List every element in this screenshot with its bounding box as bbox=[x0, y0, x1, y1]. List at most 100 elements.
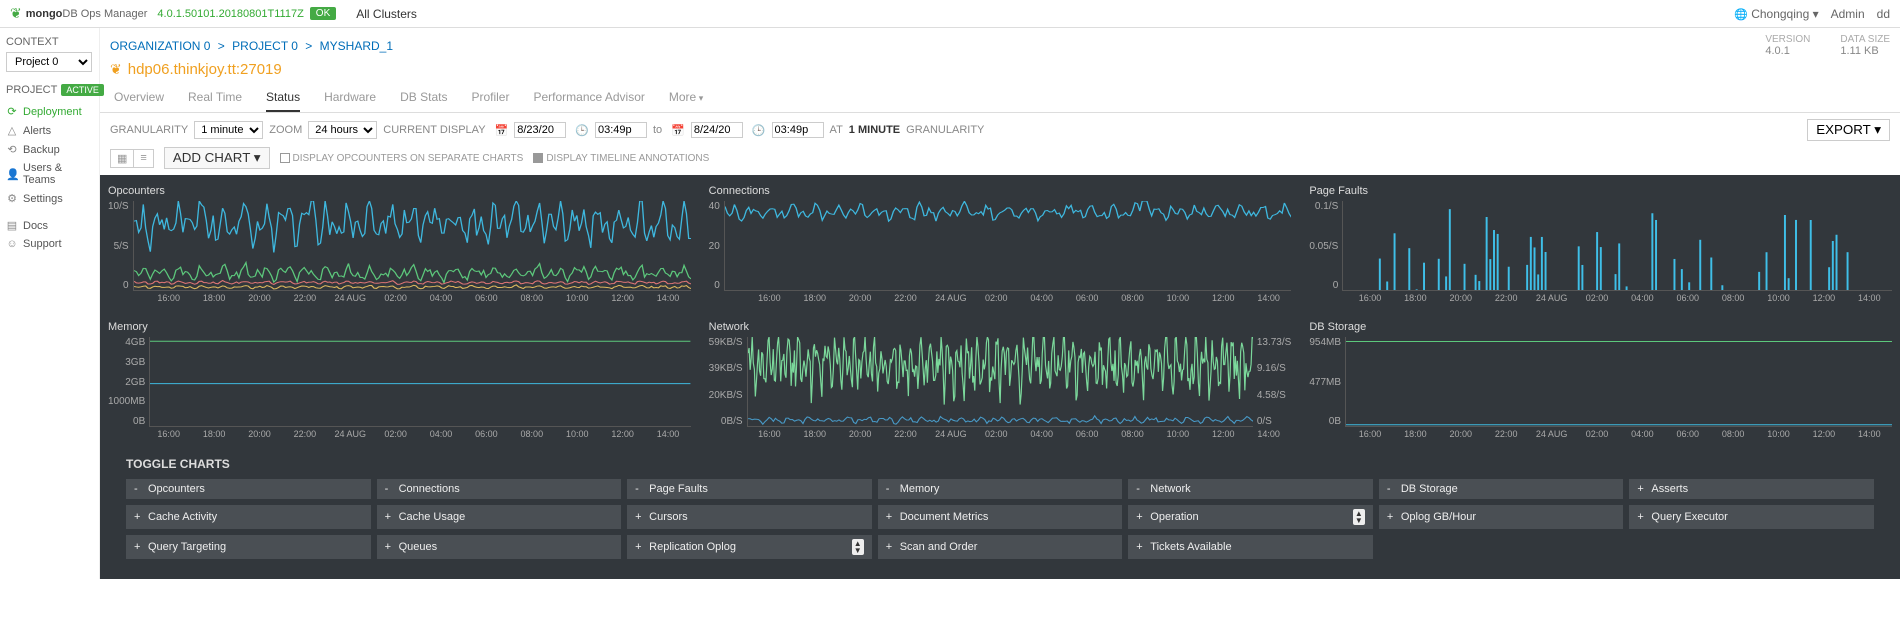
project-active-badge: ACTIVE bbox=[61, 84, 104, 96]
toggle-document-metrics[interactable]: +Document Metrics bbox=[878, 505, 1123, 529]
toggle-operation[interactable]: +Operation▲▼ bbox=[1128, 505, 1373, 529]
toggle-cache-activity[interactable]: + Cache Activity bbox=[126, 505, 371, 529]
nav-alerts[interactable]: △Alerts bbox=[6, 121, 93, 140]
yaxis-left: 59KB/S39KB/S20KB/S0B/S bbox=[709, 337, 747, 427]
chart-plot[interactable] bbox=[133, 201, 691, 291]
topbar: ❦ mongoDB Ops Manager 4.0.1.50101.201808… bbox=[0, 0, 1900, 28]
charts-panel: Opcounters10/S5/S016:0018:0020:0022:0024… bbox=[100, 175, 1900, 579]
tab-more[interactable]: More bbox=[669, 84, 703, 112]
opt-separate-opcounters[interactable]: DISPLAY OPCOUNTERS ON SEPARATE CHARTS bbox=[280, 153, 524, 164]
chart-plot[interactable] bbox=[724, 201, 1292, 291]
chart-title: DB Storage bbox=[1309, 321, 1892, 333]
plus-icon: + bbox=[134, 511, 142, 523]
project-label: PROJECT bbox=[6, 84, 57, 96]
brand-bold: mongo bbox=[26, 8, 63, 20]
list-view-button[interactable]: ≡ bbox=[134, 150, 152, 167]
grid-view-button[interactable]: ▦ bbox=[111, 150, 134, 167]
yaxis-left: 4GB3GB2GB1000MB0B bbox=[108, 337, 149, 427]
leaf-icon: ❦ bbox=[10, 5, 22, 22]
toggle-charts-title: TOGGLE CHARTS bbox=[126, 457, 1874, 471]
globe-icon: 🌐 bbox=[1734, 9, 1748, 21]
bc-proj[interactable]: PROJECT 0 bbox=[232, 39, 298, 53]
context-select[interactable]: Project 0 bbox=[6, 52, 92, 72]
opt-timeline-annotations[interactable]: DISPLAY TIMELINE ANNOTATIONS bbox=[533, 153, 709, 164]
all-clusters-link[interactable]: All Clusters bbox=[356, 7, 417, 21]
granularity-select[interactable]: 1 minute bbox=[194, 121, 263, 139]
zoom-label: ZOOM bbox=[269, 124, 302, 136]
toggle-label: Opcounters bbox=[148, 483, 205, 495]
toggle-connections[interactable]: -Connections bbox=[377, 479, 622, 499]
chart-plot[interactable] bbox=[1345, 337, 1892, 427]
checkbox-icon bbox=[533, 153, 543, 163]
nav-docs[interactable]: ▤Docs bbox=[6, 216, 93, 235]
minus-icon: - bbox=[134, 483, 142, 495]
tab-status[interactable]: Status bbox=[266, 84, 300, 112]
toggle-query-executor[interactable]: + Query Executor bbox=[1629, 505, 1874, 529]
toggle-network[interactable]: -Network bbox=[1128, 479, 1373, 499]
toggle-asserts[interactable]: +Asserts bbox=[1629, 479, 1874, 499]
tab-overview[interactable]: Overview bbox=[114, 84, 164, 112]
bc-org[interactable]: ORGANIZATION 0 bbox=[110, 39, 210, 53]
plus-icon: + bbox=[385, 511, 393, 523]
time-to-input[interactable] bbox=[772, 122, 824, 138]
toggle-label: Query Targeting bbox=[148, 541, 226, 553]
plus-icon: + bbox=[1637, 511, 1645, 523]
time-from-input[interactable] bbox=[595, 122, 647, 138]
zoom-select[interactable]: 24 hours bbox=[308, 121, 377, 139]
xaxis: 16:0018:0020:0022:0024 AUG02:0004:0006:0… bbox=[1309, 429, 1892, 439]
region-selector[interactable]: 🌐 Chongqing ▾ bbox=[1734, 7, 1818, 21]
clock-icon: 🕒 bbox=[752, 124, 766, 137]
chart-connections: Connections4020016:0018:0020:0022:0024 A… bbox=[709, 185, 1292, 303]
toggle-replication-oplog[interactable]: +Replication Oplog▲▼ bbox=[627, 535, 872, 559]
nav-icon: ⟲ bbox=[6, 143, 18, 156]
plus-icon: + bbox=[1387, 511, 1395, 523]
toggle-queues[interactable]: +Queues bbox=[377, 535, 622, 559]
tab-db-stats[interactable]: DB Stats bbox=[400, 84, 447, 112]
toggle-label: Cache Activity bbox=[148, 511, 217, 523]
stepper-icon[interactable]: ▲▼ bbox=[852, 539, 864, 555]
nav-users-teams[interactable]: 👤Users & Teams bbox=[6, 159, 93, 189]
xaxis: 16:0018:0020:0022:0024 AUG02:0004:0006:0… bbox=[108, 293, 691, 303]
nav-icon: ☺ bbox=[6, 238, 18, 250]
toggle-tickets-available[interactable]: +Tickets Available bbox=[1128, 535, 1373, 559]
chart-plot[interactable] bbox=[747, 337, 1253, 427]
tabs: Overview Real Time Status Hardware DB Stats P… bbox=[100, 84, 1900, 113]
nav-settings[interactable]: ⚙Settings bbox=[6, 189, 93, 208]
tab-profiler[interactable]: Profiler bbox=[471, 84, 509, 112]
bc-entity[interactable]: MYSHARD_1 bbox=[320, 39, 393, 53]
tab-performance-advisor[interactable]: Performance Advisor bbox=[533, 84, 644, 112]
brand-logo[interactable]: ❦ mongoDB Ops Manager bbox=[10, 5, 147, 22]
toggle-label: Connections bbox=[399, 483, 460, 495]
nav-backup[interactable]: ⟲Backup bbox=[6, 140, 93, 159]
chart-plot[interactable] bbox=[1342, 201, 1892, 291]
date-from-input[interactable] bbox=[514, 122, 566, 138]
toggle-cursors[interactable]: +Cursors bbox=[627, 505, 872, 529]
nav-icon: △ bbox=[6, 124, 18, 137]
granularity-value: 1 MINUTE bbox=[849, 124, 900, 136]
chart-plot[interactable] bbox=[149, 337, 690, 427]
toggle-oplog-gb-hour[interactable]: +Oplog GB/Hour bbox=[1379, 505, 1624, 529]
toggle-opcounters[interactable]: -Opcounters bbox=[126, 479, 371, 499]
toggle-cache-usage[interactable]: +Cache Usage bbox=[377, 505, 622, 529]
nav-deployment[interactable]: ⟳Deployment bbox=[6, 102, 93, 121]
tab-real-time[interactable]: Real Time bbox=[188, 84, 242, 112]
toggle-page-faults[interactable]: -Page Faults bbox=[627, 479, 872, 499]
add-chart-button[interactable]: ADD CHART ▾ bbox=[164, 147, 270, 169]
nav-icon: ▤ bbox=[6, 219, 18, 232]
xaxis: 16:0018:0020:0022:0024 AUG02:0004:0006:0… bbox=[108, 429, 691, 439]
toggle-scan-and-order[interactable]: +Scan and Order bbox=[878, 535, 1123, 559]
toggle-db-storage[interactable]: -DB Storage bbox=[1379, 479, 1624, 499]
plus-icon: + bbox=[1136, 511, 1144, 523]
plus-icon: + bbox=[635, 511, 643, 523]
nav-support[interactable]: ☺Support bbox=[6, 235, 93, 253]
toggle-query-targeting[interactable]: +Query Targeting bbox=[126, 535, 371, 559]
xaxis: 16:0018:0020:0022:0024 AUG02:0004:0006:0… bbox=[709, 293, 1292, 303]
toggle-label: Tickets Available bbox=[1150, 541, 1231, 553]
toggle-memory[interactable]: -Memory bbox=[878, 479, 1123, 499]
export-button[interactable]: EXPORT ▾ bbox=[1807, 119, 1890, 141]
date-to-input[interactable] bbox=[691, 122, 743, 138]
stepper-icon[interactable]: ▲▼ bbox=[1353, 509, 1365, 525]
tab-hardware[interactable]: Hardware bbox=[324, 84, 376, 112]
admin-link[interactable]: Admin bbox=[1831, 7, 1865, 21]
toggle-label: Query Executor bbox=[1651, 511, 1727, 523]
